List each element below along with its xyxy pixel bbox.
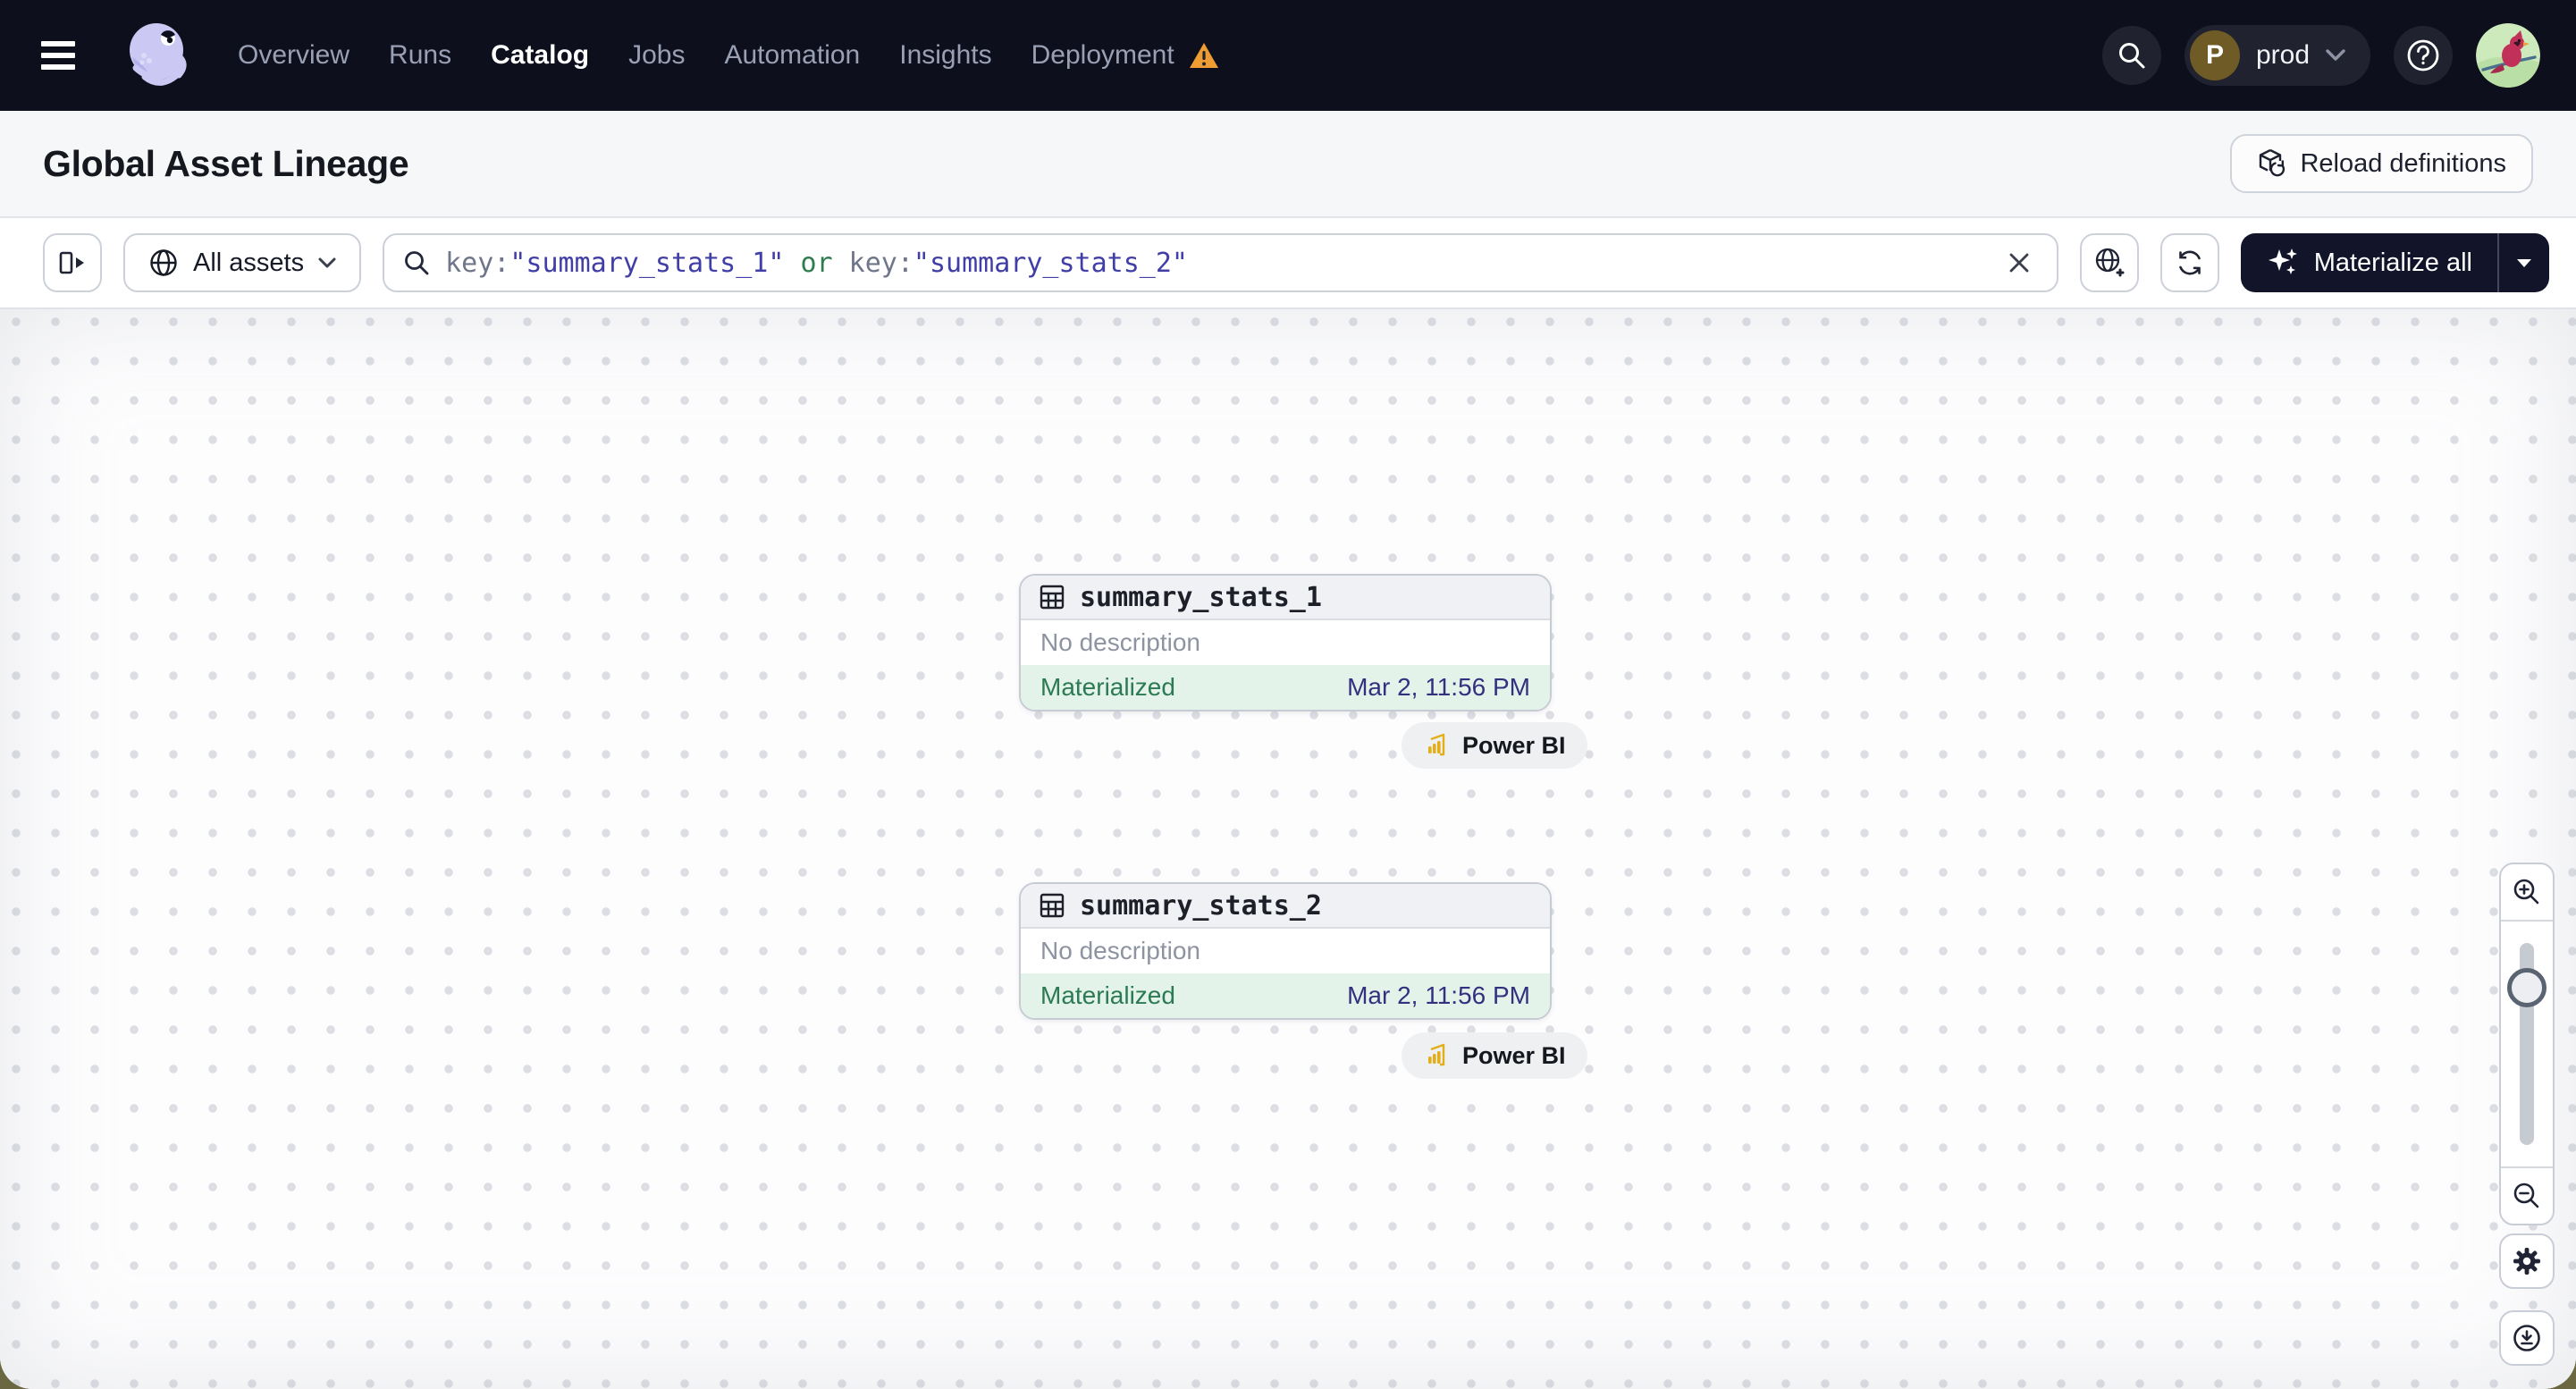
powerbi-tag[interactable]: Power BI: [1402, 722, 1587, 769]
lineage-toolbar: All assets key:"summary_stats_1" or key:…: [0, 218, 2576, 309]
download-icon: [2513, 1325, 2540, 1351]
sparkle-icon: [2268, 248, 2297, 274]
materialization-timestamp[interactable]: Mar 2, 11:56 PM: [1347, 981, 1530, 1010]
page-title: Global Asset Lineage: [43, 142, 409, 184]
panel-expand-icon: [59, 251, 84, 274]
globe-icon: [150, 249, 177, 276]
clear-x-icon[interactable]: [1999, 243, 2039, 282]
nav-item-overview[interactable]: Overview: [238, 40, 349, 71]
status-badge: Materialized: [1040, 673, 1175, 701]
asset-status-row: Materialized Mar 2, 11:56 PM: [1021, 665, 1550, 710]
asset-description: No description: [1040, 628, 1200, 656]
table-icon: [1040, 893, 1065, 918]
asset-node-summary-stats-2[interactable]: summary_stats_2 No description Materiali…: [1019, 882, 1552, 1020]
table-icon: [1040, 585, 1065, 610]
graph-settings-button[interactable]: [2499, 1233, 2555, 1289]
zoom-in-button[interactable]: [2501, 864, 2553, 920]
asset-scope-selector[interactable]: All assets: [123, 233, 362, 292]
powerbi-icon: [1428, 1043, 1445, 1066]
asset-scope-label: All assets: [193, 248, 305, 277]
materialize-all-label: Materialize all: [2313, 248, 2472, 277]
asset-node-header: summary_stats_2: [1021, 884, 1550, 929]
asset-search-input[interactable]: key:"summary_stats_1" or key:"summary_st…: [383, 233, 2058, 292]
materialize-all-button[interactable]: Materialize all: [2241, 233, 2497, 292]
page-header: Global Asset Lineage Reload definitions: [0, 111, 2576, 218]
asset-name: summary_stats_1: [1080, 581, 1322, 613]
materialization-timestamp[interactable]: Mar 2, 11:56 PM: [1347, 673, 1530, 702]
zoom-out-icon: [2513, 1183, 2539, 1208]
search-icon[interactable]: [2101, 26, 2161, 85]
nav-item-catalog[interactable]: Catalog: [491, 40, 589, 71]
magnifier-icon: [405, 251, 429, 275]
asset-description: No description: [1040, 937, 1200, 964]
chevron-down-icon: [318, 257, 336, 267]
search-query-text: key:"summary_stats_1" or key:"summary_st…: [445, 247, 1188, 279]
app-window: Overview Runs Catalog Jobs Automation In…: [0, 0, 2576, 1389]
lineage-canvas[interactable]: summary_stats_1 No description Materiali…: [0, 309, 2576, 1389]
gear-icon: [2513, 1248, 2540, 1275]
refresh-button[interactable]: [2159, 233, 2219, 292]
zoom-slider[interactable]: [2501, 920, 2553, 1168]
nav-item-jobs[interactable]: Jobs: [628, 40, 685, 71]
hamburger-icon[interactable]: [41, 27, 98, 84]
nav-item-automation[interactable]: Automation: [724, 40, 860, 71]
materialize-all-split-button: Materialize all: [2240, 233, 2549, 292]
zoom-slider-handle[interactable]: [2507, 968, 2547, 1007]
asset-status-row: Materialized Mar 2, 11:56 PM: [1021, 973, 1550, 1018]
canvas-vignette: [0, 309, 2576, 1389]
deployment-name: prod: [2255, 40, 2310, 70]
powerbi-tag-label: Power BI: [1462, 1041, 1566, 1069]
help-icon[interactable]: [2394, 26, 2453, 85]
asset-node-header: summary_stats_1: [1021, 576, 1550, 620]
powerbi-tag[interactable]: Power BI: [1402, 1032, 1587, 1079]
nav-right-cluster: P prod: [2101, 23, 2540, 88]
deployment-switcher[interactable]: P prod: [2184, 25, 2370, 86]
reload-definitions-button[interactable]: Reload definitions: [2230, 134, 2533, 193]
nav-item-runs[interactable]: Runs: [389, 40, 451, 71]
warning-icon: [1189, 42, 1219, 69]
nav-menu: Overview Runs Catalog Jobs Automation In…: [238, 40, 1219, 71]
deployment-avatar: P: [2189, 30, 2240, 80]
top-nav: Overview Runs Catalog Jobs Automation In…: [0, 0, 2576, 111]
materialize-options-button[interactable]: [2497, 233, 2549, 292]
reload-definitions-label: Reload definitions: [2300, 148, 2506, 178]
globe-add-icon: [2095, 248, 2125, 277]
asset-name: summary_stats_2: [1080, 889, 1322, 922]
zoom-in-icon: [2513, 879, 2539, 905]
zoom-out-button[interactable]: [2501, 1168, 2553, 1224]
reload-cube-icon: [2260, 148, 2286, 177]
asset-node-summary-stats-1[interactable]: summary_stats_1 No description Materiali…: [1019, 574, 1552, 711]
chevron-down-icon: [2326, 49, 2345, 61]
zoom-controls: [2499, 863, 2555, 1225]
powerbi-icon: [1428, 733, 1445, 756]
open-sidebar-button[interactable]: [43, 233, 102, 292]
nav-item-insights[interactable]: Insights: [899, 40, 991, 71]
powerbi-tag-label: Power BI: [1462, 731, 1566, 759]
avatar[interactable]: [2476, 23, 2540, 88]
fetch-remote-assets-button[interactable]: [2079, 233, 2139, 292]
dagster-logo[interactable]: [122, 18, 197, 93]
caret-down-icon: [2517, 258, 2531, 267]
status-badge: Materialized: [1040, 981, 1175, 1009]
download-graph-button[interactable]: [2499, 1310, 2555, 1366]
refresh-icon: [2178, 250, 2201, 275]
nav-item-deployment[interactable]: Deployment: [1031, 40, 1219, 71]
